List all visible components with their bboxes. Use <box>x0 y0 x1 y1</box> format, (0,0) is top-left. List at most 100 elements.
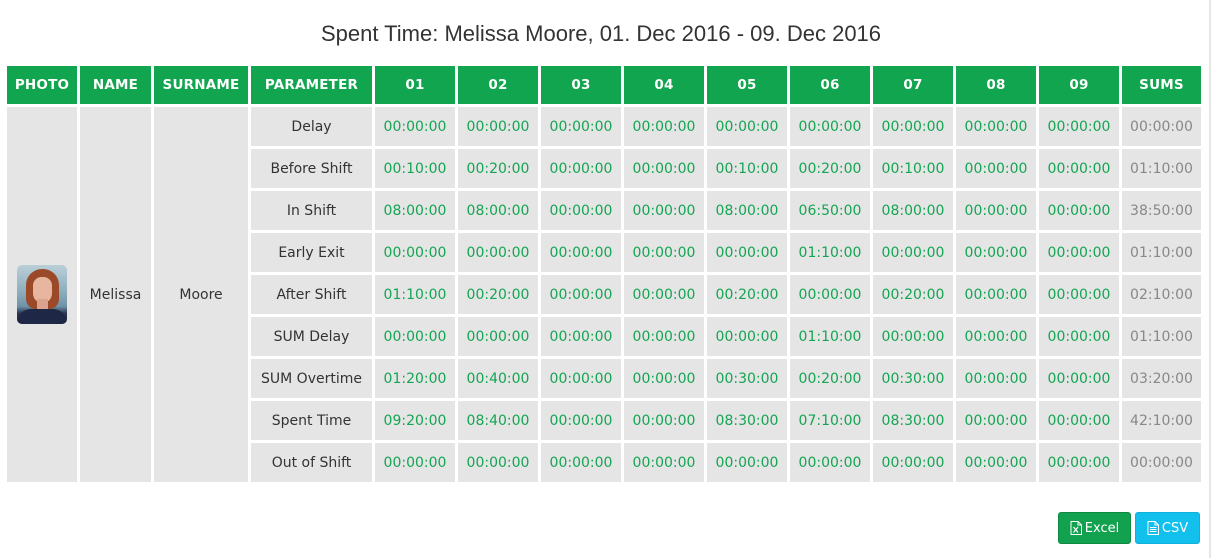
header-day: 08 <box>956 66 1036 104</box>
value-cell: 00:00:00 <box>1039 233 1119 272</box>
value-cell: 00:00:00 <box>624 149 704 188</box>
value-cell: 00:00:00 <box>956 359 1036 398</box>
value-cell: 00:00:00 <box>375 317 455 356</box>
parameter-cell: Delay <box>251 107 372 146</box>
parameter-cell: SUM Delay <box>251 317 372 356</box>
value-cell: 00:00:00 <box>624 317 704 356</box>
value-cell: 00:00:00 <box>1039 149 1119 188</box>
file-excel-icon <box>1070 521 1082 535</box>
sum-cell: 42:10:00 <box>1122 401 1201 440</box>
value-cell: 00:00:00 <box>458 233 538 272</box>
parameter-cell: Out of Shift <box>251 443 372 482</box>
value-cell: 00:00:00 <box>541 107 621 146</box>
parameter-cell: SUM Overtime <box>251 359 372 398</box>
sum-cell: 02:10:00 <box>1122 275 1201 314</box>
value-cell: 00:00:00 <box>458 443 538 482</box>
value-cell: 00:00:00 <box>790 443 870 482</box>
value-cell: 00:00:00 <box>541 359 621 398</box>
value-cell: 00:00:00 <box>707 107 787 146</box>
value-cell: 00:00:00 <box>624 359 704 398</box>
export-excel-button[interactable]: Excel <box>1058 512 1131 544</box>
sum-cell: 01:10:00 <box>1122 233 1201 272</box>
value-cell: 01:10:00 <box>790 233 870 272</box>
value-cell: 00:00:00 <box>873 233 953 272</box>
sum-cell: 03:20:00 <box>1122 359 1201 398</box>
header-surname: SURNAME <box>154 66 248 104</box>
value-cell: 08:00:00 <box>375 191 455 230</box>
value-cell: 00:00:00 <box>375 107 455 146</box>
value-cell: 00:10:00 <box>707 149 787 188</box>
value-cell: 00:00:00 <box>624 443 704 482</box>
header-day: 02 <box>458 66 538 104</box>
parameter-cell: Early Exit <box>251 233 372 272</box>
value-cell: 00:10:00 <box>873 149 953 188</box>
value-cell: 00:00:00 <box>541 401 621 440</box>
value-cell: 07:10:00 <box>790 401 870 440</box>
value-cell: 00:00:00 <box>1039 275 1119 314</box>
sum-cell: 01:10:00 <box>1122 317 1201 356</box>
value-cell: 00:00:00 <box>541 149 621 188</box>
value-cell: 00:00:00 <box>956 401 1036 440</box>
value-cell: 00:00:00 <box>956 317 1036 356</box>
value-cell: 01:20:00 <box>375 359 455 398</box>
value-cell: 09:20:00 <box>375 401 455 440</box>
value-cell: 00:00:00 <box>458 107 538 146</box>
parameter-cell: After Shift <box>251 275 372 314</box>
value-cell: 00:00:00 <box>1039 443 1119 482</box>
value-cell: 01:10:00 <box>375 275 455 314</box>
value-cell: 08:00:00 <box>458 191 538 230</box>
value-cell: 00:00:00 <box>375 233 455 272</box>
value-cell: 00:00:00 <box>707 443 787 482</box>
value-cell: 08:30:00 <box>707 401 787 440</box>
sum-cell: 38:50:00 <box>1122 191 1201 230</box>
value-cell: 00:00:00 <box>1039 401 1119 440</box>
value-cell: 00:00:00 <box>707 317 787 356</box>
value-cell: 00:00:00 <box>956 149 1036 188</box>
value-cell: 08:30:00 <box>873 401 953 440</box>
value-cell: 00:00:00 <box>541 275 621 314</box>
value-cell: 00:20:00 <box>707 275 787 314</box>
header-day: 07 <box>873 66 953 104</box>
value-cell: 00:00:00 <box>624 401 704 440</box>
header-day: 09 <box>1039 66 1119 104</box>
photo-cell <box>7 107 77 482</box>
surname-cell: Moore <box>154 107 248 482</box>
value-cell: 00:20:00 <box>790 359 870 398</box>
value-cell: 00:00:00 <box>790 275 870 314</box>
value-cell: 00:00:00 <box>624 233 704 272</box>
value-cell: 00:00:00 <box>1039 191 1119 230</box>
value-cell: 00:00:00 <box>873 107 953 146</box>
file-text-icon <box>1147 521 1159 535</box>
value-cell: 00:00:00 <box>873 317 953 356</box>
value-cell: 00:30:00 <box>707 359 787 398</box>
value-cell: 00:00:00 <box>624 275 704 314</box>
avatar-shirt <box>17 309 67 324</box>
table-row: Melissa Moore Delay 00:00:00 00:00:00 00… <box>7 107 1201 482</box>
sum-cell: 00:00:00 <box>1122 107 1201 146</box>
value-cell: 00:00:00 <box>956 233 1036 272</box>
value-cell: 00:00:00 <box>707 233 787 272</box>
export-csv-button[interactable]: CSV <box>1135 512 1200 544</box>
spent-time-table: PHOTO NAME SURNAME PARAMETER 01 02 03 04… <box>4 63 1204 485</box>
value-cell: 00:00:00 <box>541 443 621 482</box>
value-cell: 00:40:00 <box>458 359 538 398</box>
value-cell: 00:30:00 <box>873 359 953 398</box>
value-cell: 08:00:00 <box>707 191 787 230</box>
header-day: 01 <box>375 66 455 104</box>
value-cell: 00:20:00 <box>458 275 538 314</box>
header-day: 03 <box>541 66 621 104</box>
value-cell: 00:00:00 <box>1039 317 1119 356</box>
value-cell: 00:20:00 <box>790 149 870 188</box>
name-cell: Melissa <box>80 107 151 482</box>
header-parameter: PARAMETER <box>251 66 372 104</box>
sum-cell: 01:10:00 <box>1122 149 1201 188</box>
table-header-row: PHOTO NAME SURNAME PARAMETER 01 02 03 04… <box>7 66 1201 104</box>
header-day: 05 <box>707 66 787 104</box>
export-excel-label: Excel <box>1084 520 1120 536</box>
export-csv-label: CSV <box>1161 520 1189 536</box>
value-cell: 00:00:00 <box>790 107 870 146</box>
value-cell: 06:50:00 <box>790 191 870 230</box>
value-cell: 00:00:00 <box>956 107 1036 146</box>
value-cell: 00:00:00 <box>624 191 704 230</box>
header-name: NAME <box>80 66 151 104</box>
